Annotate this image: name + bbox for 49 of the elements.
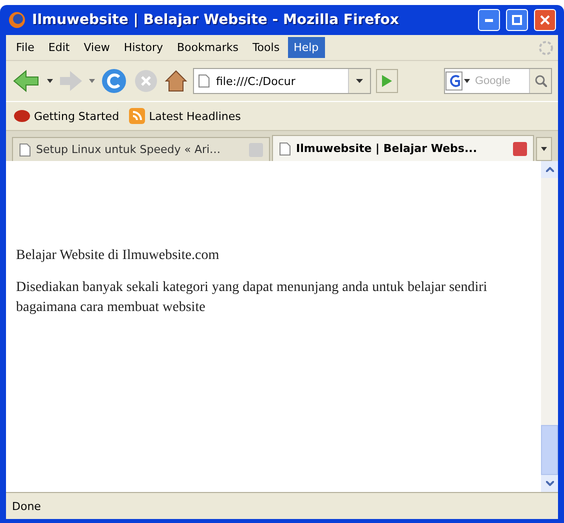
tab-close-button[interactable] <box>513 142 527 156</box>
chevron-up-icon <box>546 167 554 172</box>
firefox-logo-icon <box>8 11 26 29</box>
home-icon[interactable] <box>164 69 188 93</box>
address-text: file:///C:/Docur <box>215 74 296 88</box>
go-button[interactable] <box>376 69 398 93</box>
menu-item[interactable]: Bookmarks <box>170 37 244 58</box>
menu-item[interactable]: File <box>10 37 40 58</box>
reload-icon[interactable] <box>100 67 128 95</box>
throbber-icon <box>538 40 554 56</box>
page-icon <box>198 74 210 88</box>
page-icon <box>19 142 31 156</box>
menu-item[interactable]: History <box>118 37 169 58</box>
tab-list-button[interactable] <box>536 137 552 161</box>
feed-icon <box>129 108 146 124</box>
window-title: Ilmuwebsite | Belajar Website - Mozilla Firefox <box>32 12 400 28</box>
caret-icon <box>356 79 363 83</box>
search-icon <box>534 75 546 87</box>
menu-item[interactable]: Help <box>288 37 325 58</box>
bookmark-icon <box>14 109 30 123</box>
search-engine-icon[interactable] <box>445 71 471 91</box>
scrollbar[interactable] <box>541 161 558 492</box>
status-text: Done <box>12 500 41 512</box>
maximize-icon <box>512 15 522 25</box>
search-button[interactable] <box>529 69 551 93</box>
scroll-up-button[interactable] <box>541 161 558 178</box>
browser-tab[interactable]: Setup Linux untuk Speedy « Ari… <box>12 137 270 161</box>
page-heading: Belajar Website di Ilmuwebsite.com <box>16 247 220 265</box>
address-field[interactable]: file:///C:/Docur <box>193 68 371 94</box>
minimize-button[interactable] <box>478 9 500 31</box>
page-paragraph: Disediakan banyak sekali kategori yang dapat menunjang anda untuk belajar sendiri bagaimana cara membuat website <box>16 279 488 317</box>
bookmark-link[interactable]: Getting Started <box>14 109 120 123</box>
menu-item[interactable]: Tools <box>246 37 286 58</box>
maximize-button[interactable] <box>506 9 528 31</box>
chevron-down-icon <box>546 481 554 486</box>
browser-tab[interactable]: Ilmuwebsite | Belajar Webs... <box>272 135 534 161</box>
scroll-thumb[interactable] <box>541 425 558 475</box>
page-icon <box>279 142 291 156</box>
minimize-icon <box>485 18 493 22</box>
menu-item[interactable]: View <box>78 37 116 58</box>
caret-icon[interactable] <box>47 79 53 83</box>
caret-icon <box>541 147 547 151</box>
close-button[interactable] <box>534 9 556 31</box>
close-icon <box>540 15 550 25</box>
menu-item[interactable]: Edit <box>42 37 76 58</box>
dropdown-button[interactable] <box>348 69 370 93</box>
scroll-down-button[interactable] <box>541 475 558 492</box>
bookmark-link[interactable]: Latest Headlines <box>129 108 241 124</box>
play-icon <box>382 75 392 87</box>
